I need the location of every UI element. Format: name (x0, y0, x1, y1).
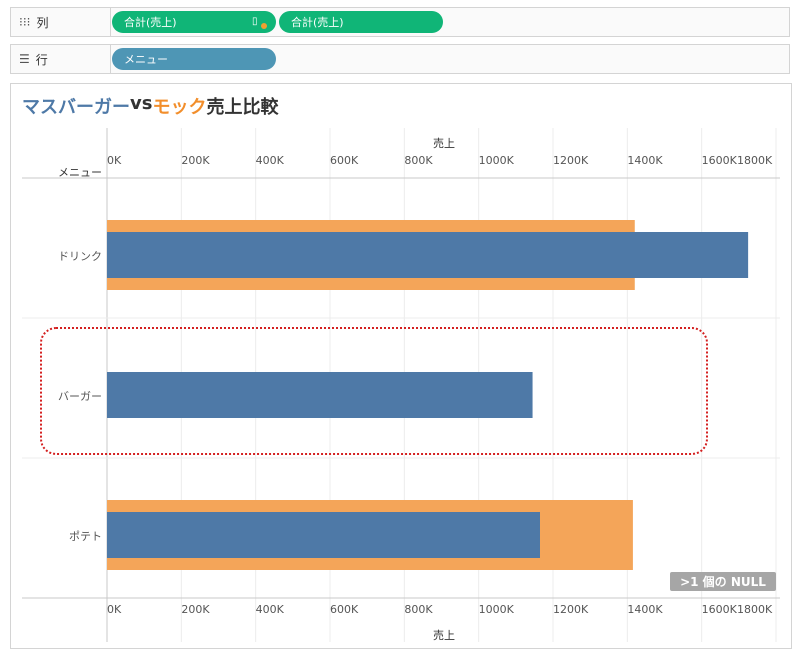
title-vs: vs (130, 93, 153, 114)
x-tick-label-top: 600K (330, 154, 359, 167)
category-label: ドリンク (58, 250, 102, 263)
x-axis-title-bottom: 売上 (433, 629, 455, 642)
title-masu: マスバーガー (22, 97, 130, 118)
column-pill-label: 合計(売上) (124, 16, 177, 29)
row-pill-label: メニュー (124, 53, 168, 66)
x-tick-label-top: 1600K (701, 154, 737, 167)
x-tick-label-bottom: 1600K (701, 603, 737, 616)
x-tick-label-bottom: 1000K (478, 603, 514, 616)
x-tick-label-bottom: 1400K (627, 603, 663, 616)
column-pill-sales-2[interactable]: 合計(売上) (279, 11, 443, 33)
x-axis-title-top: 売上 (433, 137, 455, 150)
column-pill-sales-1[interactable]: 合計(売上) ▯ (112, 11, 276, 33)
x-tick-label-top: 1200K (553, 154, 589, 167)
rows-label-text: 行 (35, 52, 48, 67)
x-tick-label-bottom: 0K (107, 603, 122, 616)
rows-shelf[interactable]: ☰ 行 メニュー (10, 44, 790, 74)
highlight-annotation (40, 327, 708, 455)
column-pill-label: 合計(売上) (291, 16, 344, 29)
title-comparison: 売上比較 (206, 97, 279, 118)
dual-axis-icon: ▯ (252, 15, 267, 29)
x-tick-label-bottom: 1200K (553, 603, 589, 616)
row-pill-menu[interactable]: メニュー (112, 48, 276, 70)
columns-icon: ⁝⁝⁝ (19, 15, 31, 29)
null-indicator[interactable]: >1 個の NULL (670, 572, 776, 591)
x-tick-label-top: 0K (107, 154, 122, 167)
x-tick-label-top: 800K (404, 154, 433, 167)
x-tick-label-bottom: 800K (404, 603, 433, 616)
row-header-menu: メニュー (58, 166, 102, 179)
x-tick-label-top: 1400K (627, 154, 663, 167)
columns-shelf-label: ⁝⁝⁝ 列 (11, 8, 111, 36)
x-tick-label-top: 200K (181, 154, 210, 167)
rows-shelf-label: ☰ 行 (11, 45, 111, 73)
x-tick-label-bottom: 400K (255, 603, 284, 616)
columns-label-text: 列 (36, 15, 49, 30)
rows-list-icon: ☰ (19, 52, 30, 66)
x-tick-label-top: 1000K (478, 154, 514, 167)
x-tick-label-bottom: 1800K (737, 603, 773, 616)
title-mock: モック (152, 97, 207, 118)
x-tick-label-top: 1800K (737, 154, 773, 167)
chart-title: マスバーガー vs モック 売上比較 (22, 93, 278, 119)
columns-shelf[interactable]: ⁝⁝⁝ 列 合計(売上) ▯ 合計(売上) (10, 7, 790, 37)
x-tick-label-bottom: 600K (330, 603, 359, 616)
category-label: ポテト (69, 530, 102, 543)
x-tick-label-top: 400K (255, 154, 284, 167)
x-tick-label-bottom: 200K (181, 603, 210, 616)
